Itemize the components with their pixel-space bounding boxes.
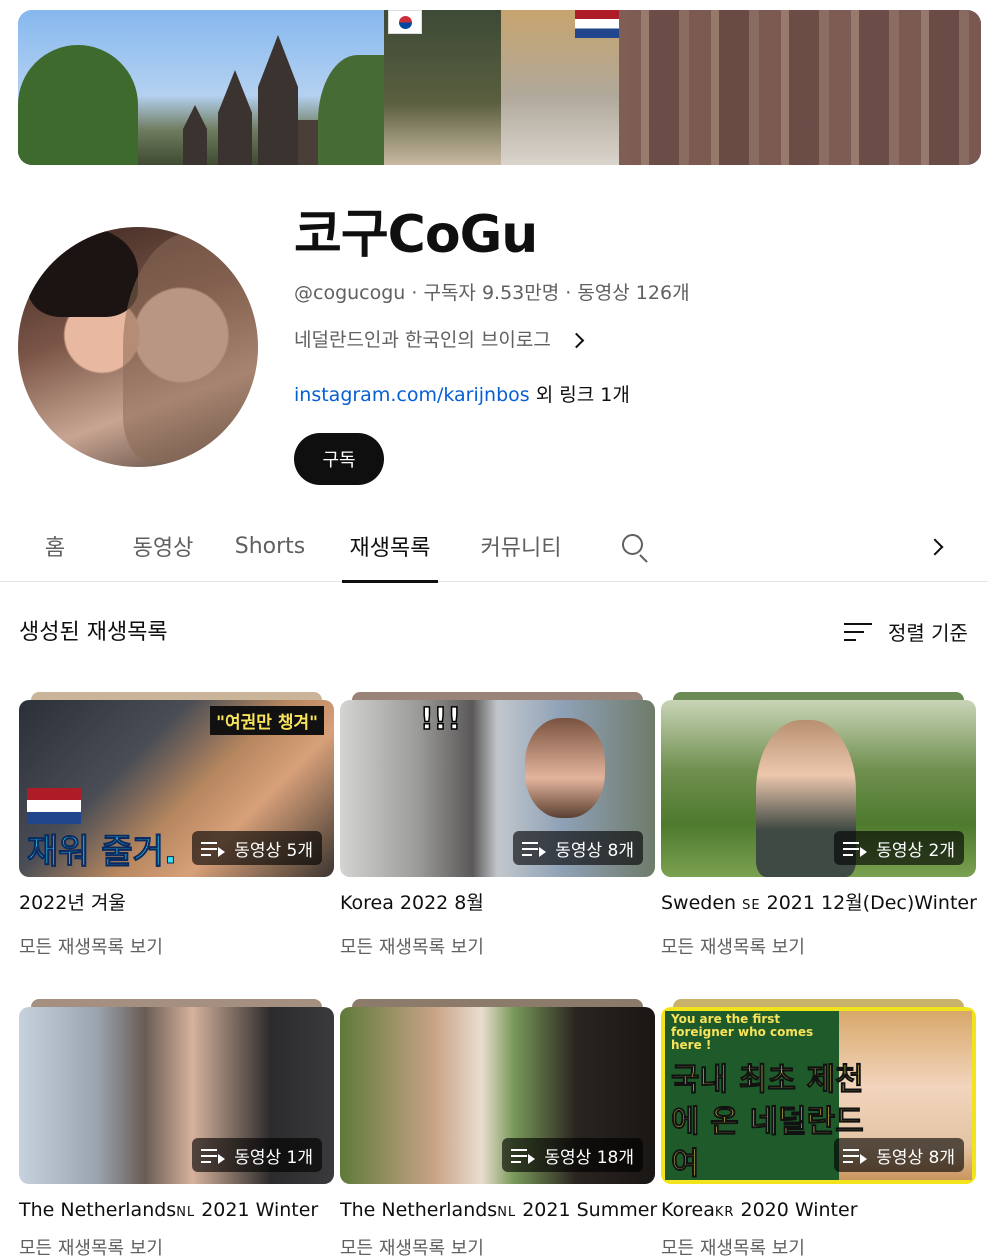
more-links[interactable]: 외 링크 1개 [536,384,630,406]
tab-playlists[interactable]: 재생목록 [342,510,438,583]
playlist-icon [201,840,226,857]
video-count-badge: 동영상 18개 [502,1138,643,1172]
thumbnail-caption: You are the first foreigner who comes he… [671,1012,814,1052]
playlist-thumbnail[interactable]: You are the first foreigner who comes he… [661,1007,976,1184]
view-full-playlist-link[interactable]: 모든 재생목록 보기 [340,936,484,960]
playlist-title-text: 2022년 겨울 [19,892,126,914]
video-count-badge: 동영상 8개 [834,1138,964,1172]
thumbnail-caption: "여권만 챙겨" [210,706,324,735]
section-title: 생성된 재생목록 [19,620,168,645]
country-code: NL [497,1205,517,1220]
channel-description[interactable]: 네덜란드인과 한국인의 브이로그 [294,327,585,353]
view-full-playlist-link[interactable]: 모든 재생목록 보기 [340,1237,484,1258]
video-count: 동영상 18개 [544,1147,634,1168]
search-icon[interactable] [620,532,650,563]
playlist-thumbnail[interactable]: !!! 동영상 8개 [340,700,655,877]
sort-button[interactable]: 정렬 기준 [844,617,968,646]
playlist-card[interactable]: 동영상 1개 The NetherlandsNL 2021 Winter 모든 … [19,997,334,1258]
playlist-icon [843,840,868,857]
playlist-title[interactable]: Korea 2022 8월 [340,890,484,916]
playlist-title-text: The Netherlands [340,1199,498,1221]
video-count-badge: 동영상 5개 [192,831,322,865]
playlist-title[interactable]: 2022년 겨울 [19,890,126,916]
thumbnail-caption-bottom: 재워 줄거. [27,832,178,873]
subscribe-button[interactable]: 구독 [294,433,384,485]
netherlands-flag-icon [27,788,81,824]
view-full-playlist-link[interactable]: 모든 재생목록 보기 [661,1237,805,1258]
channel-avatar[interactable] [18,227,258,467]
playlist-thumbnail[interactable]: "여권만 챙겨" 재워 줄거. 동영상 5개 [19,700,334,877]
playlist-thumbnail[interactable]: 동영상 2개 [661,700,976,877]
netherlands-flag-icon [575,10,619,38]
country-code: NL [176,1205,196,1220]
channel-links: instagram.com/karijnbos 외 링크 1개 [294,382,630,408]
playlist-title-text: Korea 2022 8월 [340,892,484,914]
video-count: 동영상 8개 [555,840,634,861]
video-count: 동영상 1개 [234,1147,313,1168]
view-full-playlist-link[interactable]: 모든 재생목록 보기 [19,936,163,960]
banner-canal-houses [619,10,981,165]
playlist-card[interactable]: 동영상 18개 The NetherlandsNL 2021 Summer 모든… [340,997,657,1258]
video-count-badge: 동영상 2개 [834,831,964,865]
video-count-badge: 동영상 1개 [192,1138,322,1172]
playlist-title-tail: 2021 Summer [516,1199,658,1221]
playlist-title-tail: 2020 Winter [734,1199,858,1221]
playlist-title-text: Sweden [661,892,743,914]
tab-shorts[interactable]: Shorts [226,510,314,582]
thumbnail-caption: !!! [419,701,462,738]
tab-videos[interactable]: 동영상 [118,510,208,582]
video-count-badge: 동영상 8개 [513,831,643,865]
playlist-title[interactable]: The NetherlandsNL 2021 Winter [19,1197,318,1226]
playlist-title-text: The Netherlands [19,1199,177,1221]
instagram-link[interactable]: instagram.com/karijnbos [294,384,530,406]
korea-flag-icon [388,10,422,34]
person-face [525,718,605,818]
channel-tabs: 홈 동영상 Shorts 재생목록 커뮤니티 [0,510,988,583]
country-code: SE [742,898,761,913]
channel-meta: @cogucogu · 구독자 9.53만명 · 동영상 126개 [294,282,690,304]
playlist-title-tail: 2021 12월(Dec)Winter [760,892,977,914]
playlist-thumbnail[interactable]: 동영상 1개 [19,1007,334,1184]
avatar-hair [28,227,138,317]
playlist-title-text: Korea [661,1199,715,1221]
channel-name: 코구CoGu [294,205,538,265]
playlist-icon [843,1147,868,1164]
channel-description-text: 네덜란드인과 한국인의 브이로그 [294,329,551,351]
playlist-card[interactable]: You are the first foreigner who comes he… [661,997,976,1258]
country-code: KR [714,1205,735,1220]
tab-home[interactable]: 홈 [20,510,90,582]
sort-icon [844,620,872,644]
sort-label: 정렬 기준 [888,621,968,645]
playlist-card[interactable]: "여권만 챙겨" 재워 줄거. 동영상 5개 2022년 겨울 모든 재생목록 … [19,690,334,970]
chevron-right-icon [568,332,585,348]
playlist-icon [522,840,547,857]
playlist-icon [511,1147,536,1164]
tab-community[interactable]: 커뮤니티 [466,510,576,582]
playlist-thumbnail[interactable]: 동영상 18개 [340,1007,655,1184]
playlist-icon [201,1147,226,1164]
view-full-playlist-link[interactable]: 모든 재생목록 보기 [19,1237,163,1258]
playlist-title[interactable]: KoreaKR 2020 Winter [661,1197,858,1226]
video-count: 동영상 8개 [876,1147,955,1168]
channel-banner [18,10,981,165]
avatar-hair-2 [123,232,258,462]
playlist-title[interactable]: The NetherlandsNL 2021 Summer [340,1197,657,1226]
view-full-playlist-link[interactable]: 모든 재생목록 보기 [661,936,805,960]
video-count: 동영상 5개 [234,840,313,861]
playlist-card[interactable]: 동영상 2개 Sweden SE 2021 12월(Dec)Winter 모든 … [661,690,977,970]
playlist-title-tail: 2021 Winter [195,1199,319,1221]
playlist-card[interactable]: !!! 동영상 8개 Korea 2022 8월 모든 재생목록 보기 [340,690,655,970]
video-count: 동영상 2개 [876,840,955,861]
chevron-right-icon[interactable] [925,534,951,560]
playlist-title[interactable]: Sweden SE 2021 12월(Dec)Winter [661,890,977,919]
banner-church-photo [18,10,384,165]
